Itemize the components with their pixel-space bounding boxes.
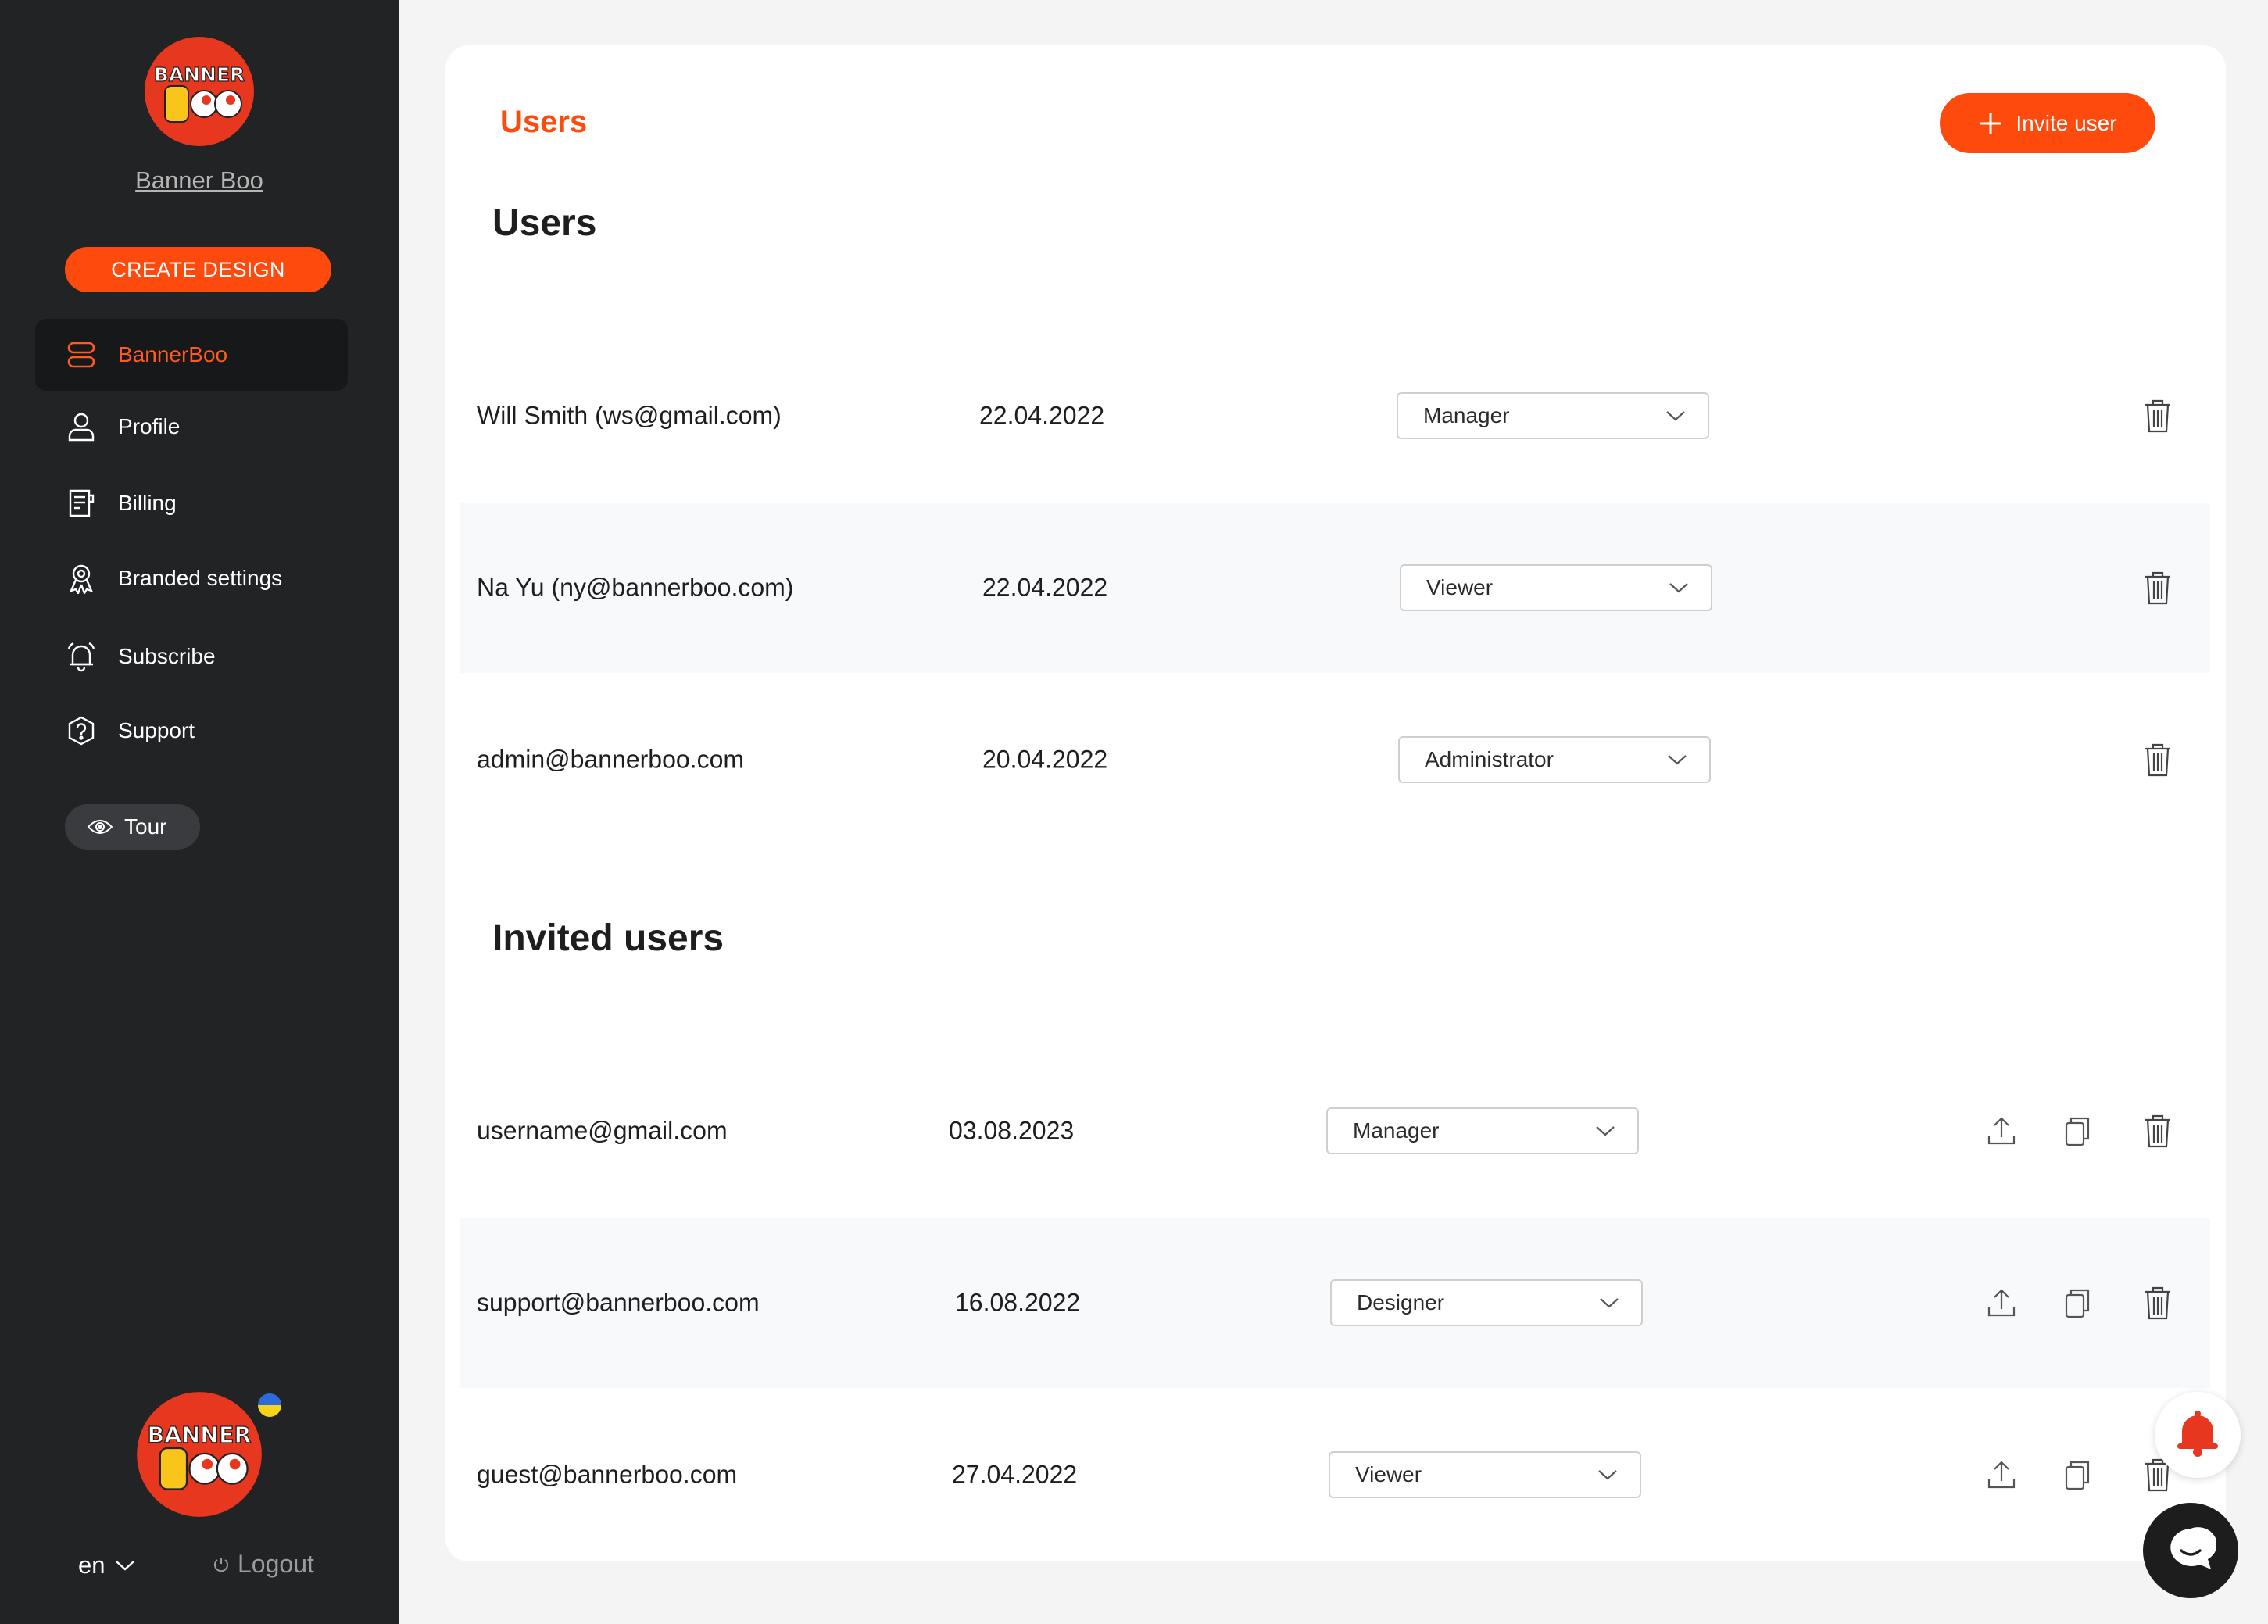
- ukraine-flag-badge: [258, 1393, 281, 1417]
- invited-email: support@bannerboo.com: [477, 1288, 760, 1317]
- tour-button[interactable]: Tour: [65, 804, 200, 850]
- resend-invite-upload-icon[interactable]: [1984, 1285, 2019, 1321]
- sidebar-item-bannerboo[interactable]: BannerBoo: [35, 319, 348, 391]
- sidebar-item-profile[interactable]: Profile: [35, 391, 348, 463]
- copy-link-icon[interactable]: [2059, 1285, 2095, 1321]
- user-icon: [63, 409, 99, 445]
- sidebar-item-label: Support: [118, 718, 195, 742]
- invited-user-row: guest@bannerboo.com 27.04.2022 Viewer: [460, 1390, 2210, 1560]
- role-value: Administrator: [1425, 747, 1554, 771]
- sidebar-item-subscribe[interactable]: Subscribe: [35, 621, 348, 692]
- role-select[interactable]: Manager: [1397, 392, 1709, 439]
- sidebar-item-label: Profile: [118, 414, 181, 438]
- svg-text:BANNER: BANNER: [154, 63, 245, 86]
- user-date: 20.04.2022: [982, 745, 1108, 774]
- invited-user-row: username@gmail.com 03.08.2023 Manager: [460, 1046, 2210, 1216]
- user-email: Will Smith (ws@gmail.com): [477, 401, 782, 430]
- user-date: 22.04.2022: [982, 573, 1108, 602]
- user-row: admin@bannerboo.com 20.04.2022 Administr…: [460, 674, 2210, 845]
- chevron-down-icon: [1597, 1468, 1618, 1481]
- invited-email: guest@bannerboo.com: [477, 1460, 738, 1489]
- role-select[interactable]: Manager: [1326, 1107, 1639, 1154]
- svg-text:BANNER: BANNER: [148, 1422, 252, 1448]
- resend-invite-upload-icon[interactable]: [1984, 1457, 2019, 1493]
- chevron-down-icon: [1595, 1125, 1615, 1137]
- chevron-down-icon: [1599, 1297, 1619, 1309]
- invited-date: 03.08.2023: [949, 1116, 1075, 1145]
- role-select[interactable]: Viewer: [1329, 1451, 1641, 1498]
- chevron-down-icon: [1665, 410, 1686, 422]
- sidebar-item-billing[interactable]: Billing: [35, 467, 348, 539]
- resend-invite-upload-icon[interactable]: [1984, 1113, 2019, 1149]
- receipt-icon: [63, 485, 99, 521]
- trash-icon[interactable]: [2140, 742, 2176, 778]
- sidebar-item-branded-settings[interactable]: Branded settings: [35, 542, 348, 614]
- sidebar-item-support[interactable]: Support: [35, 695, 348, 767]
- create-design-button[interactable]: CREATE DESIGN: [65, 247, 331, 292]
- user-row: Na Yu (ny@bannerboo.com) 22.04.2022 View…: [460, 503, 2210, 673]
- layers-icon: [63, 337, 99, 373]
- invited-date: 27.04.2022: [952, 1460, 1078, 1489]
- sidebar-item-label: Branded settings: [118, 566, 283, 590]
- role-value: Designer: [1357, 1290, 1445, 1315]
- invite-user-button[interactable]: Invite user: [1940, 93, 2155, 153]
- user-email: Na Yu (ny@bannerboo.com): [477, 573, 794, 602]
- help-icon: [63, 713, 99, 749]
- sidebar-item-label: Billing: [118, 491, 177, 515]
- plus-icon: [1978, 111, 2003, 136]
- role-select[interactable]: Designer: [1330, 1279, 1643, 1326]
- invite-user-label: Invite user: [2016, 110, 2117, 135]
- sidebar-item-label: BannerBoo: [118, 342, 228, 367]
- live-chat-button[interactable]: [2143, 1503, 2238, 1598]
- language-select[interactable]: en: [78, 1551, 136, 1579]
- trash-icon[interactable]: [2140, 570, 2176, 606]
- language-value: en: [78, 1551, 106, 1579]
- page-title: Users: [500, 105, 588, 139]
- copy-link-icon[interactable]: [2059, 1113, 2095, 1149]
- bell-icon: [63, 639, 99, 674]
- trash-icon[interactable]: [2140, 398, 2176, 434]
- eye-icon: [87, 814, 113, 840]
- sidebar-item-label: Subscribe: [118, 644, 216, 668]
- role-value: Viewer: [1355, 1462, 1422, 1486]
- users-section-title: Users: [492, 202, 597, 244]
- role-value: Viewer: [1426, 575, 1494, 599]
- logout-button[interactable]: Logout: [213, 1550, 314, 1579]
- bell-icon: [2174, 1409, 2221, 1461]
- account-name-link[interactable]: Banner Boo: [0, 166, 399, 195]
- role-value: Manager: [1423, 403, 1510, 427]
- chevron-down-icon: [1669, 581, 1689, 594]
- power-icon: [213, 1556, 230, 1573]
- invited-email: username@gmail.com: [477, 1116, 728, 1145]
- brand-logo[interactable]: BANNER: [144, 36, 255, 147]
- brand-logo-bottom: BANNER: [136, 1391, 263, 1518]
- invited-users-section-title: Invited users: [492, 918, 724, 959]
- users-card: Users Invite user Users Will Smith (ws@g…: [445, 45, 2226, 1561]
- copy-link-icon[interactable]: [2059, 1457, 2095, 1493]
- chevron-down-icon: [1667, 753, 1687, 766]
- tour-label: Tour: [124, 814, 167, 839]
- role-value: Manager: [1353, 1118, 1440, 1143]
- user-email: admin@bannerboo.com: [477, 745, 745, 774]
- trash-icon[interactable]: [2140, 1113, 2176, 1149]
- award-icon: [63, 560, 99, 596]
- role-select[interactable]: Viewer: [1400, 564, 1712, 611]
- chat-bubble-icon: [2166, 1526, 2217, 1576]
- user-date: 22.04.2022: [979, 401, 1105, 430]
- role-select[interactable]: Administrator: [1398, 736, 1711, 783]
- invited-user-row: support@bannerboo.com 16.08.2022 Designe…: [460, 1218, 2210, 1388]
- logout-label: Logout: [238, 1550, 314, 1578]
- user-row: Will Smith (ws@gmail.com) 22.04.2022 Man…: [460, 331, 2210, 501]
- chevron-down-icon: [114, 1558, 136, 1572]
- notifications-bell-button[interactable]: [2155, 1392, 2241, 1478]
- sidebar: BANNER Banner Boo CREATE DESIGN BannerBo…: [0, 0, 399, 1624]
- trash-icon[interactable]: [2140, 1285, 2176, 1321]
- invited-date: 16.08.2022: [955, 1288, 1081, 1317]
